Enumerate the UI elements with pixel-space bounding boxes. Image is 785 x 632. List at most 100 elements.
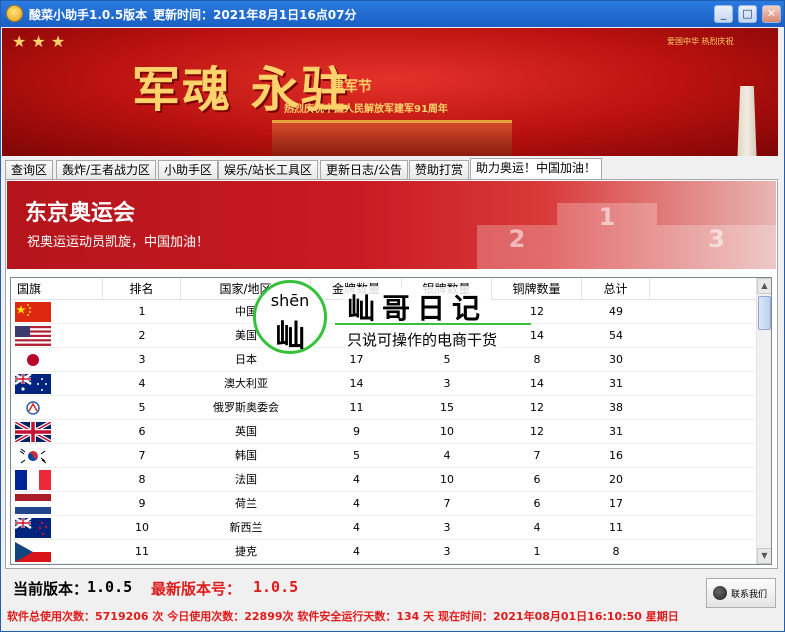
watermark-logo: shēn 屾 <box>253 280 327 354</box>
uk-flag-icon <box>15 422 51 442</box>
country-cell: 新西兰 <box>229 521 263 534</box>
close-button[interactable]: ✕ <box>762 5 781 23</box>
czech-flag-icon <box>15 542 51 562</box>
total-cell: 16 <box>609 449 623 462</box>
roc-flag-icon <box>15 398 51 418</box>
country-cell: 捷克 <box>235 545 257 558</box>
china-flag-icon <box>15 302 51 322</box>
total-cell: 54 <box>609 329 623 342</box>
silver-cell: 7 <box>443 497 451 510</box>
current-version-label: 当前版本： <box>13 580 89 598</box>
country-cell: 荷兰 <box>235 497 257 510</box>
stars-icon: ★ ★ ★ <box>12 32 66 51</box>
tab-panel-olympics: 东京奥运会 祝奥运运动员凯旋，中国加油！ 2 1 3 国旗 排名 国家/地区 金… <box>5 179 778 569</box>
podium-first: 1 <box>557 203 657 269</box>
banner-corner-text: 爱国中华 热烈庆祝 <box>667 37 734 46</box>
olympic-title: 东京奥运会 <box>25 201 136 226</box>
silver-cell: 3 <box>443 377 451 390</box>
rank-cell: 4 <box>138 377 146 390</box>
total-cell: 20 <box>609 473 623 486</box>
tab-bomb-power[interactable]: 轰炸/王者战力区 <box>56 160 157 180</box>
tab-sponsor[interactable]: 赞助打赏 <box>409 160 470 180</box>
tab-update-log[interactable]: 更新日志/公告 <box>320 160 409 180</box>
gold-cell: 17 <box>349 353 364 366</box>
new-zealand-flag-icon <box>15 518 51 538</box>
app-logo-icon <box>6 5 23 22</box>
watermark-title: 屾哥日记 <box>343 287 492 327</box>
table-row[interactable]: 9 荷兰 4 7 6 17 <box>11 492 756 516</box>
usa-flag-icon <box>15 326 51 346</box>
contact-us-label: 联系我们 <box>731 590 768 600</box>
bronze-cell: 7 <box>533 449 541 462</box>
gold-cell: 4 <box>353 473 360 486</box>
podium-third: 3 <box>657 225 776 269</box>
silver-cell: 10 <box>440 425 454 438</box>
table-row[interactable]: 6 英国 9 10 12 31 <box>11 420 756 444</box>
contact-us-button[interactable]: 联系我们 <box>706 578 776 608</box>
rank-cell: 7 <box>138 449 146 462</box>
table-row[interactable]: 11 捷克 4 3 1 8 <box>11 540 756 564</box>
banner-army-day-text: 建军节 <box>330 79 372 95</box>
watermark-char: 屾 <box>275 319 305 354</box>
banner-subtitle: 热烈庆祝中国人民解放军建军91周年 <box>284 104 448 115</box>
table-row[interactable]: 4 澳大利亚 14 3 14 31 <box>11 372 756 396</box>
silver-cell: 3 <box>443 521 451 534</box>
bronze-cell: 12 <box>530 401 544 414</box>
column-header-bronze[interactable]: 铜牌数量 <box>492 278 582 300</box>
minimize-button[interactable]: _ <box>714 5 733 23</box>
maximize-button[interactable]: □ <box>738 5 757 23</box>
gold-cell: 4 <box>353 497 360 510</box>
tab-query[interactable]: 查询区 <box>5 160 54 180</box>
country-cell: 英国 <box>235 425 257 438</box>
army-day-banner: ★ ★ ★ 军魂 永驻 建军节 热烈庆祝中国人民解放军建军91周年 爱国中华 热… <box>2 28 778 156</box>
table-row[interactable]: 3 日本 17 5 8 30 <box>11 348 756 372</box>
table-row[interactable]: 8 法国 4 10 6 20 <box>11 468 756 492</box>
olympic-banner: 东京奥运会 祝奥运运动员凯旋，中国加油！ 2 1 3 <box>7 181 776 269</box>
gold-cell: 14 <box>349 377 364 390</box>
total-cell: 31 <box>609 377 623 390</box>
japan-flag-icon <box>15 350 51 370</box>
tiananmen-gate-graphic <box>272 120 512 156</box>
country-cell: 俄罗斯奥委会 <box>213 401 279 414</box>
australia-flag-icon <box>15 374 51 394</box>
column-header-total[interactable]: 总计 <box>582 278 650 300</box>
total-cell: 17 <box>609 497 623 510</box>
country-cell: 澳大利亚 <box>224 377 268 390</box>
rank-cell: 3 <box>138 353 146 366</box>
bronze-cell: 14 <box>530 377 544 390</box>
bronze-cell: 12 <box>530 425 544 438</box>
gold-cell: 5 <box>353 449 360 462</box>
france-flag-icon <box>15 470 51 490</box>
country-cell: 韩国 <box>235 449 257 462</box>
rank-cell: 2 <box>138 329 146 342</box>
silver-cell: 10 <box>440 473 454 486</box>
country-cell: 法国 <box>235 473 257 486</box>
tab-entertainment-tools[interactable]: 娱乐/站长工具区 <box>218 160 319 180</box>
rank-cell: 10 <box>135 521 149 534</box>
column-header-flag[interactable]: 国旗 <box>11 278 103 300</box>
korea-flag-icon <box>15 446 51 466</box>
column-header-rank[interactable]: 排名 <box>103 278 181 300</box>
rank-cell: 6 <box>138 425 146 438</box>
total-cell: 49 <box>609 305 623 318</box>
vertical-scrollbar[interactable]: ▲ ▼ <box>756 278 771 564</box>
table-row[interactable]: 10 新西兰 4 3 4 11 <box>11 516 756 540</box>
bronze-cell: 4 <box>533 521 541 534</box>
total-cell: 38 <box>609 401 623 414</box>
tab-assistant[interactable]: 小助手区 <box>158 160 219 180</box>
watermark-subtitle: 只说可操作的电商干货 <box>345 329 500 350</box>
scroll-down-button[interactable]: ▼ <box>757 548 771 564</box>
rank-cell: 11 <box>135 545 149 558</box>
status-bar: 软件总使用次数：5719206 次 今日使用次数：22899次 软件安全运行天数… <box>7 610 679 623</box>
scroll-thumb[interactable] <box>758 296 771 330</box>
podium-second: 2 <box>477 225 557 269</box>
title-bar[interactable]: 酸菜小助手1.0.5版本 更新时间：2021年8月1日16点07分 _ □ ✕ <box>1 1 784 27</box>
contact-icon <box>713 586 727 600</box>
bronze-cell: 8 <box>533 353 541 366</box>
table-row[interactable]: 7 韩国 5 4 7 16 <box>11 444 756 468</box>
tab-olympics[interactable]: 助力奥运！中国加油！ <box>470 158 603 180</box>
table-row[interactable]: 5 俄罗斯奥委会 11 15 12 38 <box>11 396 756 420</box>
total-cell: 31 <box>609 425 623 438</box>
scroll-up-button[interactable]: ▲ <box>757 278 771 294</box>
gold-cell: 4 <box>353 545 360 558</box>
